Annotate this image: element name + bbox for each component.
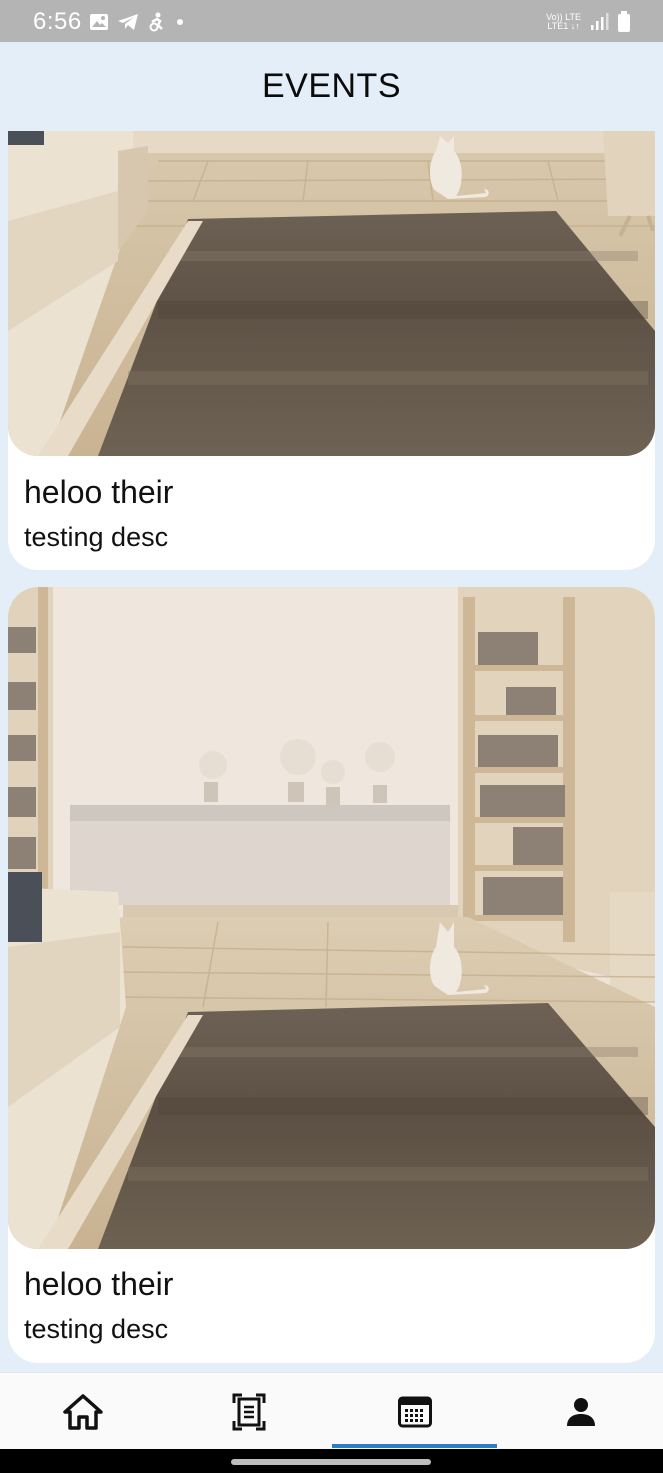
nav-events[interactable] bbox=[332, 1373, 497, 1450]
page-title: EVENTS bbox=[261, 66, 402, 105]
event-image bbox=[8, 131, 655, 456]
event-description: testing desc bbox=[24, 522, 169, 552]
event-image bbox=[8, 587, 655, 1249]
accessibility-icon bbox=[149, 12, 163, 32]
nav-scan[interactable] bbox=[166, 1373, 331, 1450]
system-gesture-bar bbox=[0, 1449, 663, 1473]
event-card[interactable]: heloo their testing desc bbox=[8, 587, 655, 1363]
document-scan-icon bbox=[232, 1393, 265, 1430]
telegram-icon bbox=[118, 14, 138, 30]
event-title: heloo their bbox=[24, 474, 174, 510]
home-icon bbox=[62, 1393, 103, 1430]
event-title: heloo their bbox=[24, 1266, 174, 1302]
nav-profile[interactable] bbox=[498, 1373, 663, 1450]
status-time: 6:56 bbox=[33, 8, 82, 35]
system-icons: Vo)) LTE LTE1 ↓↑ bbox=[546, 11, 631, 33]
signal-icon bbox=[591, 13, 609, 30]
person-icon bbox=[566, 1397, 595, 1426]
dot-icon bbox=[177, 19, 183, 25]
calendar-icon bbox=[397, 1396, 432, 1427]
status-bar: 6:56 Vo)) LTE LTE1 ↓↑ bbox=[0, 0, 663, 42]
nav-home[interactable] bbox=[0, 1373, 165, 1450]
bottom-navigation bbox=[0, 1372, 663, 1449]
image-icon bbox=[90, 14, 108, 30]
app-header: EVENTS bbox=[0, 42, 663, 130]
event-card[interactable]: heloo their testing desc bbox=[8, 131, 655, 570]
notification-icons bbox=[89, 12, 185, 32]
active-tab-indicator bbox=[332, 1444, 497, 1448]
event-description: testing desc bbox=[24, 1314, 169, 1344]
events-list[interactable]: heloo their testing desc heloo their tes… bbox=[8, 131, 655, 1371]
battery-icon bbox=[618, 11, 630, 32]
network-label: Vo)) LTE LTE1 ↓↑ bbox=[546, 12, 581, 31]
home-gesture-handle[interactable] bbox=[231, 1459, 431, 1465]
